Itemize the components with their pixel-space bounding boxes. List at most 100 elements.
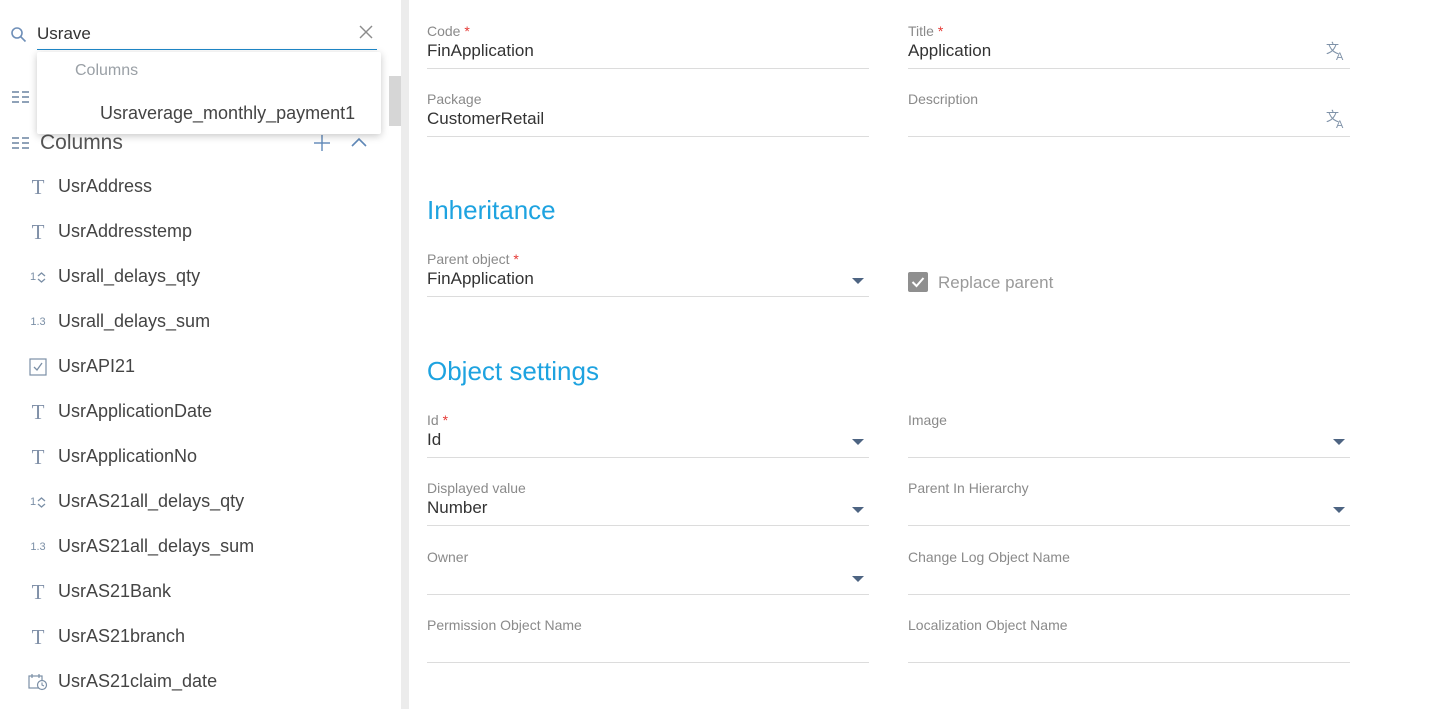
column-label: UsrAS21branch (58, 626, 186, 646)
collapse-chevron-up-icon[interactable] (350, 136, 368, 148)
columns-title: Columns (40, 131, 123, 154)
scrollbar-thumb[interactable] (389, 76, 401, 126)
dropdown-caret-icon[interactable] (852, 438, 864, 446)
title-field[interactable]: Title * Application 文 A (908, 23, 1350, 79)
field-underline (427, 525, 869, 526)
text-type-icon: T (31, 219, 45, 244)
id-value: Id (427, 430, 442, 449)
code-value: FinApplication (427, 41, 534, 60)
field-underline (908, 594, 1350, 595)
column-item[interactable]: T UsrApplicationDate (0, 390, 388, 435)
panel-divider[interactable] (401, 0, 409, 709)
image-field[interactable]: Image (908, 412, 1350, 468)
column-label: UsrAddress (58, 176, 153, 196)
title-value: Application (908, 41, 992, 60)
integer-type-icon: 1 (27, 266, 49, 288)
dropdown-caret-icon[interactable] (852, 277, 864, 285)
integer-icon-text: 1 (29, 496, 37, 508)
code-field[interactable]: Code * FinApplication (427, 23, 869, 79)
search-underline (37, 49, 377, 50)
column-item[interactable]: 1 UsrAS21all_delays_qty (0, 480, 388, 525)
column-item[interactable]: 1.3 Usrall_delays_sum (0, 300, 388, 345)
column-item[interactable]: UsrAS21claim_date (0, 660, 388, 705)
dropdown-caret-icon[interactable] (852, 506, 864, 514)
column-item[interactable]: T UsrAS21branch (0, 615, 388, 660)
parent-object-value: FinApplication (427, 269, 534, 288)
package-value: CustomerRetail (427, 109, 545, 128)
package-field[interactable]: Package CustomerRetail (427, 91, 869, 147)
text-type-icon: T (31, 399, 45, 424)
required-marker: * (937, 23, 944, 39)
integer-icon-text: 1 (29, 271, 37, 283)
displayed-value-label: Displayed value (427, 480, 526, 496)
text-type-icon: T (31, 444, 45, 469)
owner-field[interactable]: Owner (427, 549, 869, 605)
translate-icon[interactable]: 文 A (1326, 41, 1348, 61)
parent-object-label: Parent object (427, 251, 510, 267)
boolean-type-icon (27, 356, 49, 378)
column-label: UsrApplicationNo (58, 446, 198, 466)
column-item[interactable]: T UsrAddress (0, 165, 388, 210)
column-item[interactable]: T UsrAS21Bank (0, 570, 388, 615)
parent-in-hierarchy-field[interactable]: Parent In Hierarchy (908, 480, 1350, 536)
column-label: UsrAddresstemp (58, 221, 193, 241)
field-underline (427, 457, 869, 458)
column-label: UsrAS21Bank (58, 581, 172, 601)
checkbox-checked-icon (908, 272, 928, 292)
decimal-type-icon: 1.3 (30, 541, 46, 553)
column-label: UsrAS21claim_date (58, 671, 218, 691)
inheritance-section-title: Inheritance (427, 195, 556, 225)
id-field[interactable]: Id * Id (427, 412, 869, 468)
dropdown-caret-icon[interactable] (1333, 438, 1345, 446)
field-underline (427, 594, 869, 595)
field-underline (908, 457, 1350, 458)
code-label: Code (427, 23, 461, 39)
localization-object-name-label: Localization Object Name (908, 617, 1068, 633)
description-field[interactable]: Description 文 A (908, 91, 1350, 147)
dropdown-caret-icon[interactable] (852, 575, 864, 583)
localization-object-name-field[interactable]: Localization Object Name (908, 617, 1350, 673)
translate-icon[interactable]: 文 A (1326, 109, 1348, 129)
columns-group-icon (12, 137, 29, 149)
column-label: UsrApplicationDate (58, 401, 213, 421)
field-underline (908, 68, 1350, 69)
column-item[interactable]: T UsrApplicationNo (0, 435, 388, 480)
columns-list: T UsrAddress T UsrAddresstemp 1 Usrall_d… (0, 165, 388, 705)
add-column-icon[interactable] (313, 134, 331, 152)
field-underline (427, 136, 869, 137)
search-suggestions-dropdown: Columns Usraverage_monthly_payment1 (37, 52, 381, 134)
required-marker: * (442, 412, 449, 428)
field-underline (427, 662, 869, 663)
owner-label: Owner (427, 549, 469, 565)
package-label: Package (427, 91, 482, 107)
clear-icon[interactable] (358, 24, 374, 40)
search-input[interactable] (37, 20, 347, 48)
suggestion-item[interactable]: Usraverage_monthly_payment1 (100, 103, 355, 124)
left-panel: Columns T UsrAddress T UsrAddresstemp 1 … (0, 0, 401, 709)
field-underline (908, 662, 1350, 663)
text-type-icon: T (31, 174, 45, 199)
parent-object-field[interactable]: Parent object * FinApplication (427, 251, 869, 307)
search-box (10, 18, 378, 50)
datetime-type-icon (27, 671, 49, 693)
column-label: UsrAS21all_delays_sum (58, 536, 255, 556)
change-log-object-name-label: Change Log Object Name (908, 549, 1070, 565)
replace-parent-label: Replace parent (938, 273, 1054, 292)
column-item[interactable]: UsrAPI21 (0, 345, 388, 390)
column-item[interactable]: T UsrAddresstemp (0, 210, 388, 255)
displayed-value-field[interactable]: Displayed value Number (427, 480, 869, 536)
object-settings-section-title: Object settings (427, 356, 599, 386)
change-log-object-name-field[interactable]: Change Log Object Name (908, 549, 1350, 605)
suggestion-group-header: Columns (75, 62, 139, 79)
field-underline (908, 136, 1350, 137)
column-item[interactable]: 1 Usrall_delays_qty (0, 255, 388, 300)
permission-object-name-field[interactable]: Permission Object Name (427, 617, 869, 673)
field-underline (427, 68, 869, 69)
parent-in-hierarchy-label: Parent In Hierarchy (908, 480, 1029, 496)
field-underline (908, 525, 1350, 526)
text-type-icon: T (31, 624, 45, 649)
column-item[interactable]: 1.3 UsrAS21all_delays_sum (0, 525, 388, 570)
dropdown-caret-icon[interactable] (1333, 506, 1345, 514)
columns-group-header[interactable]: Columns (0, 130, 388, 158)
required-marker: * (464, 23, 470, 39)
